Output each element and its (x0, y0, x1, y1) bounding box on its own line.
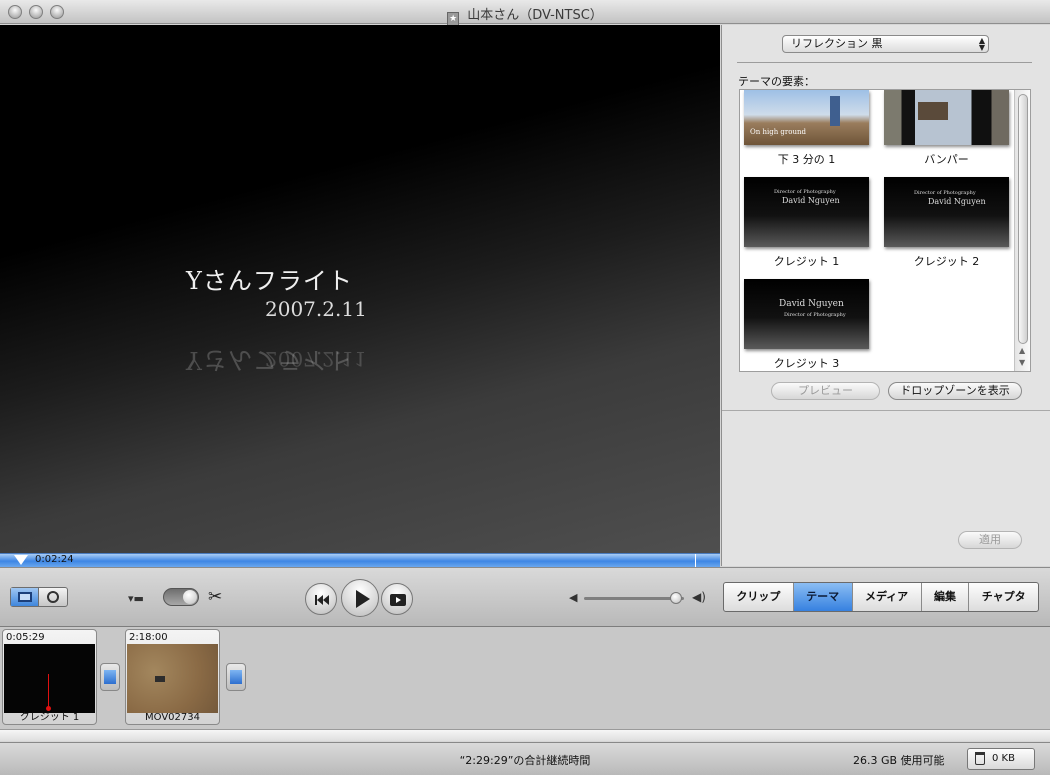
clip-view-button[interactable] (11, 588, 39, 606)
clip-mov02734[interactable]: 2:18:00 MOV02734 (125, 629, 220, 725)
panel-divider (737, 62, 1032, 63)
hut-image (918, 102, 948, 120)
clip-thumbnail (127, 644, 218, 713)
tab-media[interactable]: メディア (853, 583, 922, 611)
title-bar: ★ 山本さん（DV-NTSC） (0, 0, 1050, 26)
clip-viewer-scroll-area[interactable] (0, 729, 1050, 741)
clip-marker-line (48, 674, 49, 710)
timeline-clock-icon[interactable] (47, 591, 59, 603)
tab-clips[interactable]: クリップ (724, 583, 794, 611)
volume-slider[interactable] (584, 592, 684, 604)
theme-list-scrollbar[interactable]: ▲ ▼ (1014, 90, 1030, 371)
clip-name: クレジット 1 (19, 712, 80, 723)
lower-third-thumbnail: On high ground (744, 90, 869, 145)
theme-tile-credits-2[interactable]: Director of Photography David Nguyen クレジ… (884, 177, 1009, 269)
credits-3-line2: Director of Photography (784, 312, 846, 318)
theme-tile-credits-1[interactable]: Director of Photography David Nguyen クレジ… (744, 177, 869, 269)
themes-panel: リフレクション 黒 ▲ ▼ テーマの要素： On high ground 下 3 … (721, 25, 1050, 566)
credits-2-line1: Director of Photography (914, 190, 976, 196)
trash-icon (975, 752, 985, 765)
bumper-thumbnail (884, 90, 1009, 145)
scroll-down-icon[interactable]: ▼ (1019, 358, 1025, 367)
theme-tile-label: 下 3 分の 1 (777, 153, 836, 166)
status-bar: “2:29:29”の合計継続時間 26.3 GB 使用可能 0 KB (0, 742, 1050, 775)
theme-tile-lower-third[interactable]: On high ground 下 3 分の 1 (744, 90, 869, 167)
apply-button[interactable]: 適用 (958, 531, 1022, 549)
project-document-icon: ★ (447, 12, 460, 26)
transition-marker[interactable] (100, 663, 120, 691)
theme-tile-label: クレジット 2 (913, 255, 980, 268)
clip-duration: 2:18:00 (129, 632, 168, 643)
credits-3-thumbnail: David Nguyen Director of Photography (744, 279, 869, 349)
play-icon (356, 590, 370, 608)
tab-editing[interactable]: 編集 (922, 583, 970, 611)
tab-themes[interactable]: テーマ (793, 583, 853, 611)
mode-switch-knob[interactable] (183, 590, 197, 604)
credits-3-line1: David Nguyen (779, 299, 844, 309)
playback-controls-bar: ▾▬ ✂ ◀ ◀) クリップ テーマ メディア 編集 チャプタ (0, 567, 1050, 627)
clip-viewer: 0:05:29 クレジット 1 2:18:00 MOV02734 (0, 627, 1050, 730)
play-button[interactable] (341, 579, 379, 617)
scrollbar-thumb[interactable] (1018, 94, 1028, 344)
video-preview: Yさんフライト 2007.2.11 Yさんフライト 2007.2.11 (0, 25, 720, 553)
preview-date-reflection: 2007.2.11 (265, 347, 367, 371)
rewind-icon (315, 595, 329, 605)
clip-credits-1[interactable]: 0:05:29 クレジット 1 (2, 629, 97, 725)
theme-tile-bumper[interactable]: バンパー (884, 90, 1009, 167)
window-title: ★ 山本さん（DV-NTSC） (0, 4, 1050, 26)
popup-arrows-icon: ▲ ▼ (978, 36, 985, 52)
trash-size: 0 KB (992, 753, 1015, 764)
camera-edit-mode-switch[interactable] (163, 588, 199, 606)
theme-tile-label: クレジット 1 (773, 255, 840, 268)
credits-1-line2: David Nguyen (782, 196, 840, 205)
plane-image (155, 676, 165, 682)
transition-marker[interactable] (226, 663, 246, 691)
tab-chapters[interactable]: チャプタ (969, 583, 1038, 611)
figure-image (830, 96, 840, 126)
scroll-up-icon[interactable]: ▲ (1019, 346, 1025, 355)
show-dropzone-button[interactable]: ドロップゾーンを表示 (888, 382, 1022, 400)
lower-third-thumb-text: On high ground (750, 128, 806, 136)
panel-separator (722, 410, 1050, 411)
theme-tile-credits-3[interactable]: David Nguyen Director of Photography クレジ… (744, 279, 869, 371)
theme-tile-label: バンパー (924, 153, 969, 166)
preview-title-text: Yさんフライト (186, 267, 353, 295)
imovie-window: ★ 山本さん（DV-NTSC） Yさんフライト 2007.2.11 Yさんフライト… (0, 0, 1050, 775)
view-mode-toggle[interactable] (10, 587, 68, 607)
fullscreen-play-button[interactable] (381, 583, 413, 615)
scissors-icon: ✂ (208, 587, 223, 607)
trash-button[interactable]: 0 KB (967, 748, 1035, 770)
volume-low-icon: ◀ (569, 591, 578, 604)
transition-icon (104, 670, 116, 684)
credits-2-line2: David Nguyen (928, 197, 986, 206)
filmstrip-icon (18, 592, 32, 602)
clip-duration: 0:05:29 (6, 632, 45, 643)
window-title-text: 山本さん（DV-NTSC） (467, 8, 603, 23)
fullscreen-play-icon (390, 594, 406, 606)
credits-1-line1: Director of Photography (774, 189, 836, 195)
free-space-text: 26.3 GB 使用可能 (853, 754, 945, 767)
volume-high-icon: ◀) (692, 590, 706, 604)
preview-date-text: 2007.2.11 (265, 297, 367, 321)
theme-popup-value: リフレクション 黒 (791, 37, 883, 50)
playhead-time: 0:02:24 (35, 554, 74, 565)
preview-button[interactable]: プレビュー (771, 382, 880, 400)
clip-thumbnail (4, 644, 95, 713)
camera-icon: ▾▬ (128, 592, 144, 605)
credits-1-thumbnail: Director of Photography David Nguyen (744, 177, 869, 247)
scrubber-end-marker (695, 554, 696, 568)
pane-tabs: クリップ テーマ メディア 編集 チャプタ (723, 582, 1039, 612)
clip-name: MOV02734 (145, 712, 200, 723)
playhead[interactable] (14, 555, 28, 565)
theme-tile-label: クレジット 3 (773, 357, 840, 370)
scrubber-bar[interactable]: 0:02:24 (0, 553, 720, 568)
rewind-button[interactable] (305, 583, 337, 615)
volume-knob[interactable] (670, 592, 683, 604)
theme-elements-list[interactable]: On high ground 下 3 分の 1 バンパー Director of… (739, 89, 1031, 372)
credits-2-thumbnail: Director of Photography David Nguyen (884, 177, 1009, 247)
transition-icon (230, 670, 242, 684)
theme-elements-label: テーマの要素： (738, 75, 815, 88)
theme-popup[interactable]: リフレクション 黒 ▲ ▼ (782, 35, 989, 53)
